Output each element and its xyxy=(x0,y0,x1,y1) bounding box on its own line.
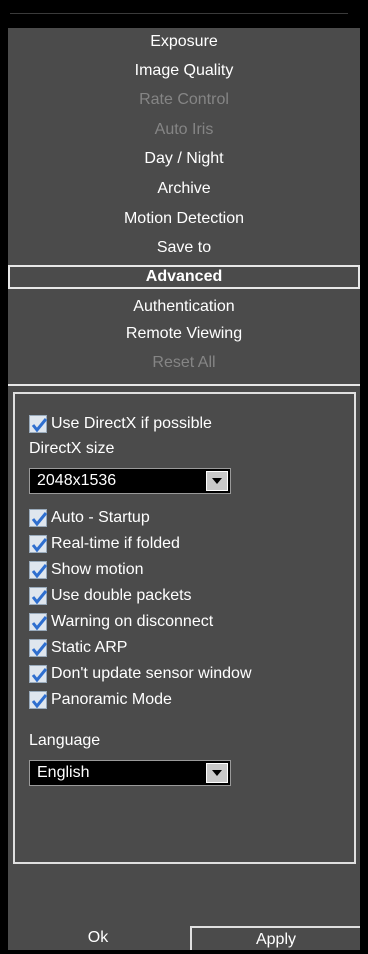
menu-item-authentication[interactable]: Authentication xyxy=(8,293,360,321)
menu-item-image-quality[interactable]: Image Quality xyxy=(8,57,360,85)
checkbox-row-static-arp[interactable]: Static ARP xyxy=(29,636,127,660)
menu-item-motion-detection[interactable]: Motion Detection xyxy=(8,205,360,233)
checkmark-icon xyxy=(31,616,48,631)
checkmark-icon xyxy=(31,642,48,657)
panoramic-mode-checkbox[interactable] xyxy=(29,691,48,709)
show-motion-checkbox[interactable] xyxy=(29,561,48,579)
ok-button[interactable]: Ok xyxy=(8,926,188,950)
menu-item-exposure[interactable]: Exposure xyxy=(8,28,360,56)
realtime-if-folded-checkbox[interactable] xyxy=(29,535,48,553)
directx-size-dropdown[interactable]: 2048x1536 xyxy=(29,468,231,494)
checkmark-icon xyxy=(31,564,48,579)
dont-update-sensor-window-checkbox[interactable] xyxy=(29,665,48,683)
chevron-down-icon[interactable] xyxy=(206,763,228,783)
checkbox-label: Static ARP xyxy=(51,639,128,656)
language-label: Language xyxy=(29,732,101,749)
checkmark-icon xyxy=(31,512,48,527)
menu-item-rate-control: Rate Control xyxy=(139,91,229,108)
checkbox-row-warning-on-disconnect[interactable]: Warning on disconnect xyxy=(29,610,213,634)
checkmark-icon xyxy=(31,538,48,553)
top-border-line xyxy=(10,13,348,14)
checkbox-label: Auto - Startup xyxy=(51,509,150,526)
static-arp-checkbox[interactable] xyxy=(29,639,48,657)
checkbox-label: Don't update sensor window xyxy=(51,665,252,682)
checkbox-label: Panoramic Mode xyxy=(51,691,172,708)
checkbox-label: Warning on disconnect xyxy=(51,613,214,630)
checkmark-icon xyxy=(31,668,48,683)
language-dropdown[interactable]: English xyxy=(29,760,231,786)
checkbox-row-show-motion[interactable]: Show motion xyxy=(29,558,144,582)
checkbox-label: Real-time if folded xyxy=(51,535,180,552)
advanced-settings-group: Use DirectX if possible DirectX size 204… xyxy=(13,392,356,864)
use-directx-checkbox[interactable] xyxy=(29,415,48,433)
directx-size-value: 2048x1536 xyxy=(37,472,117,489)
checkbox-row-dont-update-sensor-window[interactable]: Don't update sensor window xyxy=(29,662,252,686)
auto-startup-checkbox[interactable] xyxy=(29,509,48,527)
use-double-packets-checkbox[interactable] xyxy=(29,587,48,605)
checkbox-row-panoramic-mode[interactable]: Panoramic Mode xyxy=(29,688,172,712)
menu-item-archive[interactable]: Archive xyxy=(8,175,360,203)
directx-size-label: DirectX size xyxy=(29,440,115,457)
menu-item-save-to[interactable]: Save to xyxy=(8,234,360,262)
checkbox-label: Use double packets xyxy=(51,587,192,604)
chevron-down-icon[interactable] xyxy=(206,471,228,491)
checkbox-row-use-double-packets[interactable]: Use double packets xyxy=(29,584,192,608)
settings-panel: Exposure Image Quality Rate Control Auto… xyxy=(8,28,360,950)
menu-item-day-night[interactable]: Day / Night xyxy=(8,145,360,173)
checkmark-icon xyxy=(31,418,48,433)
warning-on-disconnect-checkbox[interactable] xyxy=(29,613,48,631)
use-directx-label: Use DirectX if possible xyxy=(51,415,212,432)
menu-item-auto-iris: Auto Iris xyxy=(154,121,214,138)
checkbox-row-auto-startup[interactable]: Auto - Startup xyxy=(29,506,150,530)
language-value: English xyxy=(37,764,90,781)
menu-item-remote-viewing[interactable]: Remote Viewing xyxy=(8,320,360,348)
checkbox-row-realtime-if-folded[interactable]: Real-time if folded xyxy=(29,532,180,556)
checkbox-label: Show motion xyxy=(51,561,144,578)
menu-item-advanced[interactable]: Advanced xyxy=(8,265,360,289)
menu-divider xyxy=(8,384,360,386)
use-directx-row[interactable]: Use DirectX if possible xyxy=(29,412,212,436)
checkmark-icon xyxy=(31,694,48,709)
menu-item-reset-all: Reset All xyxy=(152,354,216,371)
checkmark-icon xyxy=(31,590,48,605)
apply-button[interactable]: Apply xyxy=(190,926,360,950)
